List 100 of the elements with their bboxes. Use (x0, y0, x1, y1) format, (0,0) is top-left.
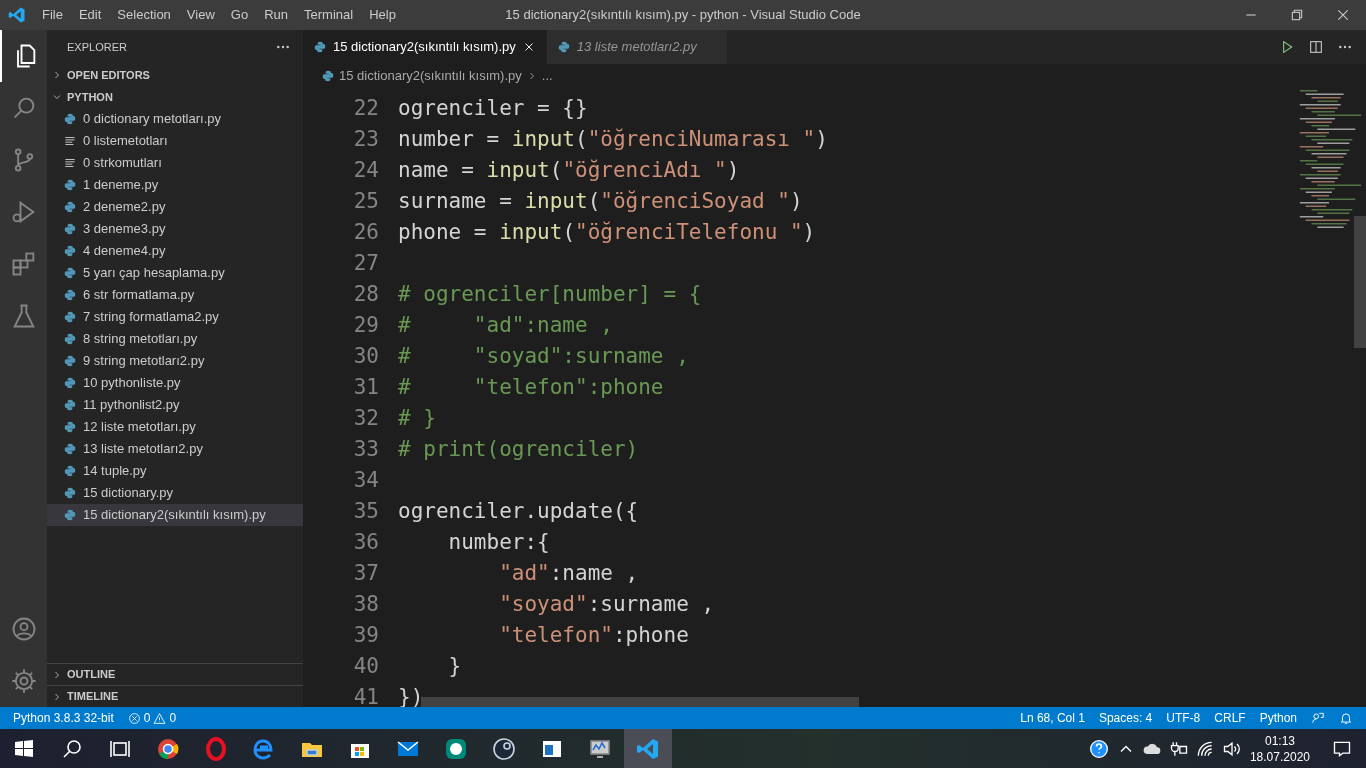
explorer-entry[interactable]: 15 dictionary2(sıkıntılı kısım).py (47, 504, 303, 526)
window-title: 15 dictionary2(sıkıntılı kısım).py - python - Visual Studio Code (505, 6, 861, 24)
python-file-icon (321, 69, 335, 83)
status-item[interactable]: Ln 68, Col 1 (1013, 709, 1092, 727)
code-line: "telefon":phone (498, 622, 689, 649)
code-line: # ogrenciler[number] = { (398, 281, 702, 308)
code-line: "soyad":surname , (498, 591, 715, 618)
breadcrumb-item[interactable]: ... (541, 66, 553, 86)
python-file-icon (63, 508, 77, 522)
line-number: 28 (352, 281, 379, 308)
clock-date[interactable]: 18.07.2020 (1249, 748, 1310, 765)
line-number: 34 (352, 467, 379, 494)
editor-tab[interactable]: 15 dictionary2(sıkıntılı kısım).py (303, 30, 547, 64)
feedback-icon[interactable] (1311, 711, 1325, 725)
line-number: 32 (352, 405, 379, 432)
python-file-icon (63, 288, 77, 302)
explorer-entry[interactable]: 7 string formatlama2.py (47, 306, 303, 328)
python-file-icon (63, 486, 77, 500)
status-item[interactable]: UTF-8 (1159, 709, 1208, 727)
explorer-entry[interactable]: 3 deneme3.py (47, 218, 303, 240)
explorer-entry[interactable]: 1 deneme.py (47, 174, 303, 196)
editor-tab[interactable]: 13 liste metotları2.py (546, 30, 728, 64)
line-number: 37 (352, 560, 379, 587)
section-header[interactable]: OPEN EDITORS (47, 64, 303, 86)
code-line: # "ad":name , (398, 312, 613, 339)
scrollbar[interactable] (421, 697, 859, 707)
explorer-entry[interactable]: 9 string metotları2.py (47, 350, 303, 372)
warning-icon (153, 711, 167, 725)
text-file-icon (63, 134, 77, 148)
app-logo-icon (8, 6, 26, 24)
status-item[interactable]: Spaces: 4 (1091, 709, 1160, 727)
code-line: # } (398, 405, 436, 432)
code-line: surname = input("öğrenciSoyad ") (398, 188, 803, 215)
explorer-entry[interactable]: 6 str formatlama.py (47, 284, 303, 306)
explorer-entry[interactable]: 14 tuple.py (47, 460, 303, 482)
menu-item[interactable]: View (178, 0, 223, 30)
code-line: phone = input("öğrenciTelefonu ") (398, 219, 816, 246)
status-item[interactable]: Python 3.8.3 32-bit (6, 709, 121, 727)
explorer-entry[interactable]: 0 dictionary metotları.py (47, 108, 303, 130)
python-file-icon (63, 420, 77, 434)
scrollbar[interactable] (1354, 216, 1366, 348)
explorer-entry[interactable]: 4 deneme4.py (47, 240, 303, 262)
menu-item[interactable]: Help (361, 0, 404, 30)
section-header[interactable]: OUTLINE (47, 663, 303, 685)
o-letter-icon[interactable] (204, 736, 228, 761)
restore-icon[interactable] (1289, 7, 1305, 23)
python-file-icon (63, 200, 77, 214)
menu-item[interactable]: Terminal (296, 0, 362, 30)
status-item[interactable]: Python (1252, 709, 1304, 727)
line-number: 27 (352, 250, 379, 277)
python-file-icon (63, 442, 77, 456)
app-logo-icon[interactable] (636, 736, 660, 761)
bell-icon[interactable] (1339, 711, 1353, 725)
menu-item[interactable]: Go (222, 0, 257, 30)
split-editor-icon[interactable] (1308, 39, 1324, 55)
explorer-entry[interactable]: 11 pythonlist2.py (47, 394, 303, 416)
explorer-entry[interactable]: 2 deneme2.py (47, 196, 303, 218)
code-line: "ad":name , (498, 560, 639, 587)
line-number: 25 (352, 188, 379, 215)
code-line: # print(ogrenciler) (398, 436, 639, 463)
menu-item[interactable]: File (34, 0, 71, 30)
e-badge-icon[interactable] (444, 736, 468, 761)
line-number: 36 (352, 529, 379, 556)
error-count[interactable]: 0 (143, 709, 151, 727)
text-file-icon (63, 156, 77, 170)
python-file-icon (63, 398, 77, 412)
status-item[interactable]: CRLF (1207, 709, 1253, 727)
line-number: 30 (352, 343, 379, 370)
code-line: } (447, 653, 462, 680)
line-number: 31 (352, 374, 379, 401)
python-file-icon (63, 310, 77, 324)
menu-item[interactable]: Selection (109, 0, 179, 30)
browser-icon[interactable] (156, 736, 180, 761)
python-file-icon (63, 266, 77, 280)
close-icon[interactable] (1335, 7, 1351, 23)
explorer-entry[interactable]: 8 string metotları.py (47, 328, 303, 350)
explorer-entry[interactable]: 0 strkomutları (47, 152, 303, 174)
help-icon[interactable] (1089, 738, 1110, 759)
menu-item[interactable]: Run (256, 0, 296, 30)
line-number: 24 (352, 157, 379, 184)
steam-icon[interactable] (492, 736, 516, 761)
explorer-entry[interactable]: 13 liste metotları2.py (47, 438, 303, 460)
python-file-icon (313, 40, 327, 54)
section-header[interactable]: PYTHON (47, 86, 303, 108)
explorer-entry[interactable]: 0 listemetotları (47, 130, 303, 152)
warning-count[interactable]: 0 (169, 709, 177, 727)
explorer-entry[interactable]: 10 pythonliste.py (47, 372, 303, 394)
clock-time[interactable]: 01:13 (1249, 732, 1310, 749)
menu-item[interactable]: Edit (70, 0, 110, 30)
sidebar-title: EXPLORER (67, 39, 127, 55)
explorer-entry[interactable]: 12 liste metotları.py (47, 416, 303, 438)
python-file-icon (63, 464, 77, 478)
python-file-icon (63, 376, 77, 390)
error-icon (127, 711, 141, 725)
explorer-entry[interactable]: 15 dictionary.py (47, 482, 303, 504)
python-file-icon (63, 332, 77, 346)
python-file-icon (63, 178, 77, 192)
breadcrumb-item[interactable]: 15 dictionary2(sıkıntılı kısım).py (339, 66, 522, 86)
settings-icon[interactable] (9, 667, 38, 695)
explorer-entry[interactable]: 5 yarı çap hesaplama.py (47, 262, 303, 284)
